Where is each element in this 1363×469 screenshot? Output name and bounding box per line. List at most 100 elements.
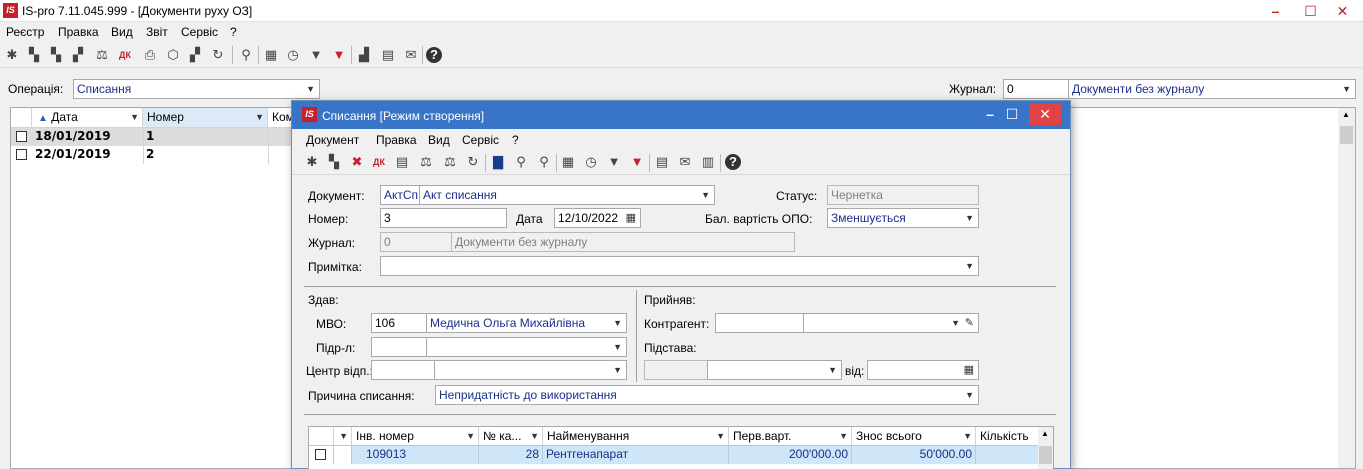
duplicate-icon[interactable]: ▞ bbox=[70, 47, 86, 63]
bal-value-select[interactable]: Зменшується ▼ bbox=[827, 208, 979, 228]
grid-cell-name[interactable]: Рентгенапарат bbox=[543, 446, 729, 464]
grid-row-checkbox-cell[interactable] bbox=[309, 446, 334, 464]
reason-select[interactable]: Непридатність до використання ▼ bbox=[435, 385, 979, 405]
scales-alt-icon[interactable]: ⚖ bbox=[442, 154, 458, 170]
chart-icon[interactable]: ▟ bbox=[356, 47, 372, 63]
journal-code-input[interactable]: 0 bbox=[1003, 79, 1069, 99]
column-header-date[interactable]: ▲ Дата ▼ bbox=[32, 108, 143, 128]
document-type-select[interactable]: Акт списання ▼ bbox=[419, 185, 715, 205]
column-header-check[interactable] bbox=[11, 108, 32, 128]
clock-icon[interactable]: ◷ bbox=[285, 47, 301, 63]
filter-icon[interactable]: ▼ bbox=[606, 154, 622, 170]
grid-header-total-wear[interactable]: Знос всього ▼ bbox=[852, 427, 976, 446]
center-code-input[interactable] bbox=[371, 360, 435, 380]
department-select[interactable]: ▼ bbox=[426, 337, 627, 357]
grid-header-inv-number[interactable]: Інв. номер ▼ bbox=[352, 427, 479, 446]
scroll-up-icon[interactable]: ▲ bbox=[1041, 429, 1049, 438]
new-row-icon[interactable]: ✱ bbox=[304, 154, 320, 170]
row-checkbox[interactable] bbox=[16, 149, 27, 160]
new-document-icon[interactable]: ✱ bbox=[4, 47, 20, 63]
filter-icon[interactable]: ▼ bbox=[308, 47, 324, 63]
contractor-select[interactable]: ▼ ✎ bbox=[803, 313, 979, 333]
document-icon[interactable]: ▤ bbox=[394, 154, 410, 170]
clear-filter-icon[interactable]: ▼ bbox=[331, 47, 347, 63]
grid-cell-initial-cost[interactable]: 200'000.00 bbox=[729, 446, 852, 464]
number-input[interactable]: 3 bbox=[380, 208, 507, 228]
vertical-scrollbar[interactable]: ▲ bbox=[1338, 108, 1355, 468]
dialog-menu-service[interactable]: Сервіс bbox=[462, 133, 499, 147]
scales-icon[interactable]: ⚖ bbox=[418, 154, 434, 170]
from-date-input[interactable]: ▦ bbox=[867, 360, 979, 380]
grid-vertical-scrollbar[interactable]: ▲ bbox=[1038, 427, 1053, 469]
print-icon[interactable]: ⎙ bbox=[142, 47, 158, 63]
close-icon[interactable]: ✕ bbox=[1320, 0, 1363, 22]
form-icon[interactable]: ▤ bbox=[654, 154, 670, 170]
debit-credit-icon[interactable]: ДК bbox=[117, 47, 133, 63]
search-icon[interactable]: ⚲ bbox=[513, 154, 529, 170]
refresh-icon[interactable]: ↻ bbox=[210, 47, 226, 63]
grid-header-initial-cost[interactable]: Перв.варт. ▼ bbox=[729, 427, 852, 446]
column-header-number[interactable]: Номер ▼ bbox=[143, 108, 268, 128]
grid-cell-quantity[interactable] bbox=[976, 446, 1039, 464]
note-input[interactable]: ▼ bbox=[380, 256, 979, 276]
date-input[interactable]: 12/10/2022 ▦ bbox=[554, 208, 641, 228]
clear-filter-icon[interactable]: ▼ bbox=[629, 154, 645, 170]
grid-cell-total-wear[interactable]: 50'000.00 bbox=[852, 446, 976, 464]
grid-cell-inv-number[interactable]: 109013 bbox=[352, 446, 479, 464]
help-icon[interactable]: ? bbox=[426, 47, 442, 63]
journal-select[interactable]: Документи без журналу ▼ bbox=[1068, 79, 1356, 99]
scroll-thumb[interactable] bbox=[1039, 446, 1052, 464]
calendar-icon[interactable]: ▦ bbox=[964, 361, 974, 379]
mail-icon[interactable]: ✉ bbox=[403, 47, 419, 63]
mvo-select[interactable]: Медична Ольга Михайлівна ▼ bbox=[426, 313, 627, 333]
menu-registry[interactable]: Реєстр bbox=[6, 25, 44, 39]
grid-header-card-number[interactable]: № ка... ▼ bbox=[479, 427, 543, 446]
mail-icon[interactable]: ✉ bbox=[677, 154, 693, 170]
calendar-icon[interactable]: ▦ bbox=[626, 209, 636, 227]
table-icon[interactable]: ▦ bbox=[263, 47, 279, 63]
delete-doc-icon[interactable]: ▞ bbox=[187, 47, 203, 63]
clock-icon[interactable]: ◷ bbox=[583, 154, 599, 170]
scales-icon[interactable]: ⚖ bbox=[94, 47, 110, 63]
table-row[interactable]: 109013 28 Рентгенапарат 200'000.00 50'00… bbox=[309, 446, 1039, 464]
department-code-input[interactable] bbox=[371, 337, 427, 357]
menu-report[interactable]: Звіт bbox=[146, 25, 168, 39]
dialog-menu-help[interactable]: ? bbox=[512, 133, 519, 147]
table-icon[interactable]: ▦ bbox=[560, 154, 576, 170]
edit-document-icon[interactable]: ▚ bbox=[26, 47, 42, 63]
dialog-close-icon[interactable]: ✕ bbox=[1029, 104, 1061, 125]
dialog-maximize-icon[interactable]: ☐ bbox=[998, 104, 1026, 125]
package-icon[interactable]: ⬡ bbox=[165, 47, 181, 63]
contractor-code-input[interactable] bbox=[715, 313, 804, 333]
table-row[interactable]: 22/01/2019 2 bbox=[11, 146, 294, 164]
debit-credit-icon[interactable]: ДК bbox=[371, 154, 387, 170]
basis-select[interactable]: ▼ bbox=[707, 360, 842, 380]
menu-view[interactable]: Вид bbox=[111, 25, 133, 39]
pencil-icon[interactable]: ✎ bbox=[965, 314, 974, 332]
row-checkbox[interactable] bbox=[16, 131, 27, 142]
scroll-thumb[interactable] bbox=[1340, 126, 1353, 144]
menu-service[interactable]: Сервіс bbox=[181, 25, 218, 39]
grid-cell-card-number[interactable]: 28 bbox=[479, 446, 543, 464]
grid-header-marker[interactable]: ▼ bbox=[334, 427, 352, 446]
search-next-icon[interactable]: ⚲ bbox=[536, 154, 552, 170]
mvo-code-input[interactable]: 106 bbox=[371, 313, 427, 333]
dialog-menu-view[interactable]: Вид bbox=[428, 133, 450, 147]
operation-select[interactable]: Списання ▼ bbox=[73, 79, 320, 99]
refresh-icon[interactable]: ↻ bbox=[465, 154, 481, 170]
delete-row-icon[interactable]: ✖ bbox=[349, 154, 365, 170]
columns-icon[interactable]: ▥ bbox=[700, 154, 716, 170]
table-row[interactable]: 18/01/2019 1 bbox=[11, 128, 294, 146]
copy-document-icon[interactable]: ▚ bbox=[48, 47, 64, 63]
grid-header-quantity[interactable]: Кількість bbox=[976, 427, 1039, 446]
center-select[interactable]: ▼ bbox=[434, 360, 627, 380]
scroll-up-icon[interactable]: ▲ bbox=[1342, 110, 1350, 119]
dialog-menu-document[interactable]: Документ bbox=[306, 133, 359, 147]
search-icon[interactable]: ⚲ bbox=[238, 47, 254, 63]
grid-header-check[interactable] bbox=[309, 427, 334, 446]
help-icon[interactable]: ? bbox=[725, 154, 741, 170]
save-icon[interactable]: ▇ bbox=[490, 154, 506, 170]
dialog-menu-edit[interactable]: Правка bbox=[376, 133, 417, 147]
edit-row-icon[interactable]: ▚ bbox=[326, 154, 342, 170]
document-code-input[interactable]: АктСп bbox=[380, 185, 420, 205]
